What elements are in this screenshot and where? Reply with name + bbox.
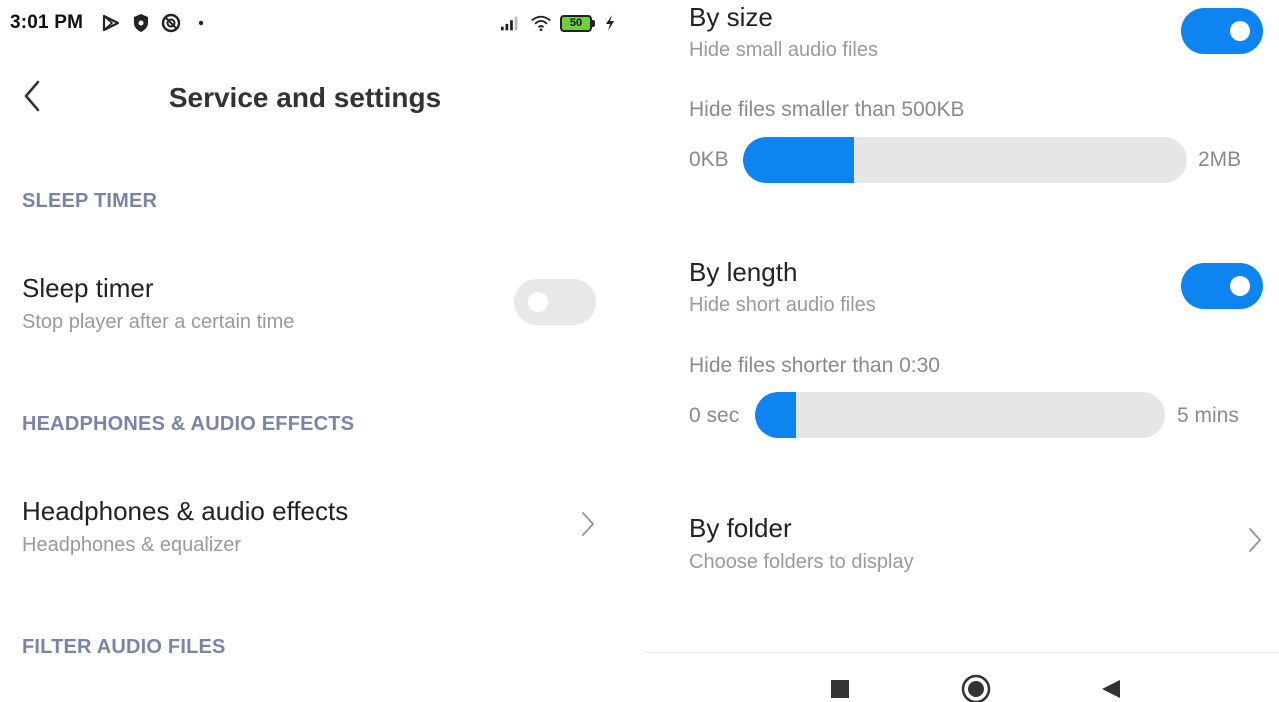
battery-level: 50 — [560, 14, 592, 32]
toggle-knob — [528, 292, 548, 312]
by-folder-chevron-button[interactable] — [1243, 527, 1267, 557]
nav-back-button[interactable] — [1096, 676, 1126, 702]
recents-square-icon — [830, 679, 850, 702]
page-title: Service and settings — [168, 82, 442, 113]
settings-pane-right: By size Hide small audio files Hide file… — [645, 0, 1279, 702]
sleep-timer-subtitle: Stop player after a certain time — [22, 311, 295, 333]
headphones-chevron-button[interactable] — [576, 511, 600, 541]
home-circle-icon — [961, 674, 991, 702]
by-length-toggle[interactable] — [1181, 263, 1263, 309]
sleep-timer-row[interactable]: Sleep timer Stop player after a certain … — [22, 272, 582, 336]
status-time: 3:01 PM — [10, 12, 84, 33]
chevron-right-icon — [1248, 527, 1262, 558]
section-header-headphones: HEADPHONES & AUDIO EFFECTS — [22, 413, 355, 435]
headphones-title: Headphones & audio effects — [22, 496, 349, 526]
by-length-max-label: 5 mins — [1177, 404, 1239, 427]
by-size-slider[interactable] — [743, 137, 1187, 183]
by-length-slider[interactable] — [755, 392, 1165, 438]
by-size-title: By size — [689, 2, 773, 32]
by-length-min-label: 0 sec — [689, 404, 740, 427]
by-size-toggle[interactable] — [1181, 8, 1263, 54]
status-icons-left — [100, 12, 212, 34]
sleep-timer-toggle[interactable] — [514, 279, 596, 325]
by-size-min-label: 0KB — [689, 148, 729, 171]
toggle-knob — [1230, 21, 1250, 41]
settings-pane-left: 3:01 PM 50 Service and settings SLEEP TI… — [0, 0, 645, 702]
wifi-icon — [530, 12, 552, 34]
section-header-sleep-timer: SLEEP TIMER — [22, 190, 158, 212]
by-length-slider-fill — [755, 392, 796, 438]
home-button[interactable] — [961, 674, 991, 702]
recents-button[interactable] — [825, 676, 855, 702]
section-header-filter: FILTER AUDIO FILES — [22, 636, 226, 658]
by-size-subtitle: Hide small audio files — [689, 39, 878, 61]
signal-icon — [500, 12, 522, 34]
charging-icon — [603, 12, 617, 34]
headphones-subtitle: Headphones & equalizer — [22, 534, 242, 556]
by-folder-title: By folder — [689, 513, 792, 543]
headphones-row[interactable]: Headphones & audio effects Headphones & … — [22, 495, 612, 559]
shield-icon — [130, 12, 152, 34]
toggle-knob — [1230, 276, 1250, 296]
by-length-threshold-label: Hide files shorter than 0:30 — [689, 354, 940, 377]
by-size-slider-fill — [743, 137, 854, 183]
by-length-subtitle: Hide short audio files — [689, 294, 876, 316]
by-folder-row[interactable]: By folder Choose folders to display — [689, 512, 1269, 576]
by-size-max-label: 2MB — [1198, 148, 1242, 171]
nav-divider — [645, 652, 1279, 653]
play-store-icon — [100, 12, 122, 34]
dot-icon — [190, 12, 212, 34]
by-length-title: By length — [689, 257, 798, 287]
by-size-threshold-label: Hide files smaller than 500KB — [689, 98, 965, 121]
status-bar: 3:01 PM 50 — [0, 0, 645, 48]
battery-icon: 50 — [560, 14, 595, 32]
status-icons-right: 50 — [500, 12, 617, 34]
by-folder-subtitle: Choose folders to display — [689, 551, 914, 573]
do-not-disturb-icon — [160, 12, 182, 34]
back-triangle-icon — [1100, 678, 1122, 702]
chevron-right-icon — [581, 511, 595, 542]
sleep-timer-title: Sleep timer — [22, 273, 154, 303]
